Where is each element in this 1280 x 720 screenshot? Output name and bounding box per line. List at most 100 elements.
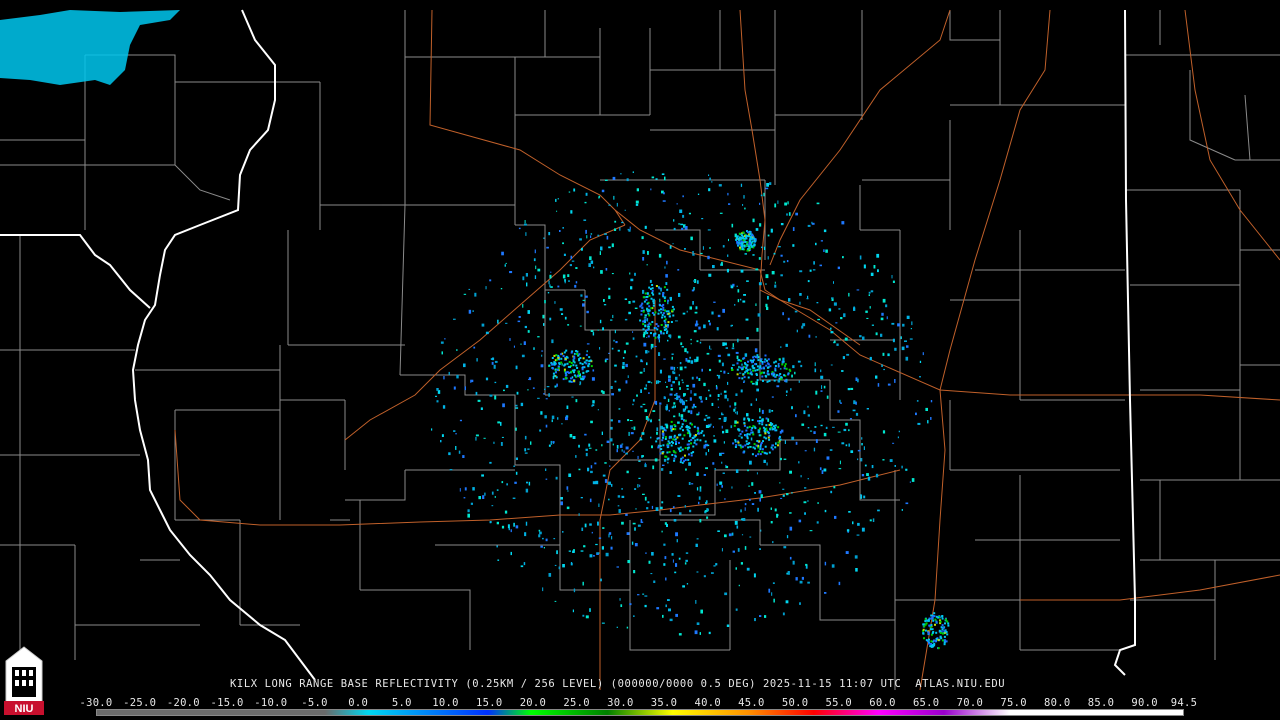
echo-pixel <box>608 295 611 299</box>
echo-pixel <box>832 426 835 428</box>
echo-pixel <box>679 427 682 430</box>
echo-pixel <box>849 418 852 420</box>
echo-pixel <box>842 356 845 360</box>
echo-pixel <box>760 419 763 422</box>
echo-pixel <box>510 551 512 556</box>
echo-pixel <box>825 249 828 253</box>
echo-pixel <box>721 425 723 429</box>
echo-pixel <box>575 281 578 284</box>
echo-pixel <box>675 320 678 322</box>
echo-pixel <box>617 505 620 507</box>
echo-pixel <box>675 440 678 443</box>
echo-pixel <box>442 405 446 409</box>
echo-pixel <box>685 559 688 562</box>
echo-pixel <box>664 438 667 440</box>
echo-pixel <box>470 502 473 505</box>
echo-pixel <box>686 310 688 313</box>
echo-pixel <box>666 451 669 454</box>
echo-pixel <box>909 338 913 340</box>
echo-pixel <box>491 361 494 365</box>
echo-pixel <box>597 521 599 526</box>
echo-pixel <box>595 449 598 451</box>
echo-pixel <box>474 292 477 297</box>
echo-pixel <box>737 243 740 246</box>
echo-pixel <box>605 268 608 271</box>
echo-pixel <box>629 420 633 422</box>
echo-pixel <box>688 462 691 466</box>
echo-pixel <box>600 578 602 582</box>
echo-pixel <box>680 414 684 418</box>
echo-pixel <box>592 369 595 372</box>
echo-pixel <box>703 575 706 578</box>
echo-pixel <box>573 369 576 372</box>
echo-pixel <box>549 317 552 321</box>
echo-pixel <box>696 356 699 361</box>
echo-pixel <box>853 400 856 405</box>
echo-pixel <box>923 625 926 628</box>
echo-pixel <box>611 393 614 396</box>
echo-pixel <box>661 501 664 504</box>
echo-pixel <box>431 428 433 431</box>
echo-pixel <box>563 253 566 256</box>
echo-pixel <box>780 254 783 257</box>
echo-pixel <box>637 455 639 459</box>
echo-pixel <box>654 332 657 335</box>
echo-pixel <box>641 236 644 240</box>
echo-pixel <box>925 407 928 411</box>
echo-pixel <box>880 333 883 337</box>
echo-pixel <box>657 380 660 384</box>
echo-pixel <box>752 425 755 428</box>
echo-pixel <box>667 444 669 447</box>
echo-pixel <box>655 440 658 443</box>
echo-pixel <box>665 282 668 285</box>
echo-pixel <box>579 325 582 327</box>
echo-pixel <box>671 553 674 556</box>
echo-pixel <box>634 307 638 309</box>
echo-pixel <box>527 389 529 391</box>
echo-pixel <box>696 376 698 379</box>
echo-pixel <box>922 623 925 626</box>
echo-pixel <box>766 183 769 187</box>
echo-pixel <box>701 218 704 220</box>
echo-pixel <box>871 324 874 326</box>
echo-pixel <box>776 513 779 518</box>
echo-pixel <box>585 448 588 451</box>
echo-pixel <box>672 428 675 431</box>
echo-pixel <box>658 309 661 312</box>
echo-pixel <box>692 445 695 448</box>
echo-pixel <box>635 200 639 204</box>
echo-pixel <box>823 385 826 389</box>
echo-pixel <box>538 529 541 532</box>
echo-pixel <box>682 429 684 432</box>
colorbar-tick: -25.0 <box>123 697 157 709</box>
echo-pixel <box>749 498 751 501</box>
echo-pixel <box>765 417 768 420</box>
echo-pixel <box>581 247 583 251</box>
echo-pixel <box>764 354 767 357</box>
echo-pixel <box>788 212 791 216</box>
echo-pixel <box>570 370 573 373</box>
colorbar-tick: -10.0 <box>254 697 288 709</box>
echo-pixel <box>900 336 902 340</box>
echo-pixel <box>736 355 739 359</box>
echo-pixel <box>755 268 759 271</box>
echo-pixel <box>553 361 556 364</box>
echo-pixel <box>552 441 555 443</box>
echo-pixel <box>767 358 770 361</box>
echo-pixel <box>562 242 564 245</box>
echo-pixel <box>688 440 691 443</box>
echo-pixel <box>677 495 681 497</box>
echo-pixel <box>941 617 944 620</box>
echo-pixel <box>497 559 500 561</box>
echo-pixel <box>560 497 563 500</box>
echo-pixel <box>755 303 757 306</box>
echo-pixel <box>759 445 762 448</box>
echo-pixel <box>748 242 751 245</box>
echo-pixel <box>707 229 711 231</box>
echo-pixel <box>440 341 444 344</box>
echo-pixel <box>764 428 767 431</box>
echo-pixel <box>795 212 798 216</box>
echo-pixel <box>761 448 764 451</box>
echo-pixel <box>782 312 784 316</box>
echo-pixel <box>889 459 893 462</box>
